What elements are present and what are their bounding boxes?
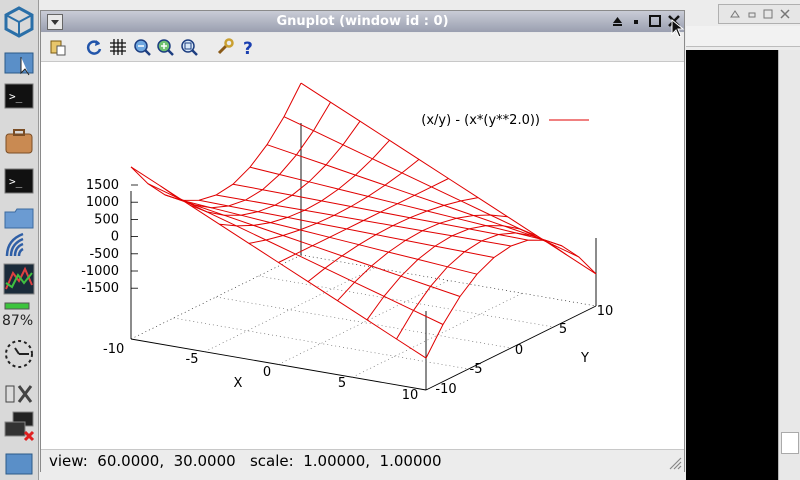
os-logo-icon[interactable]	[3, 6, 35, 38]
grid-x-1	[278, 280, 449, 365]
background-window-buttons	[730, 9, 790, 19]
chart-app-icon[interactable]	[3, 263, 35, 295]
x-tick-label: 0	[263, 365, 271, 380]
copy-clipboard-icon[interactable]	[49, 38, 67, 56]
maximize-icon[interactable]	[647, 13, 664, 29]
help-icon[interactable]: ?	[240, 38, 258, 56]
plot-canvas[interactable]: 1500 1000 500 0 -500 -1000 -1500 -10 -5 0 5 10 -10 -5…	[41, 62, 684, 449]
zoom-next-icon[interactable]	[156, 38, 174, 56]
z-tick-label: 500	[94, 212, 119, 227]
base-plane	[130, 123, 597, 391]
mesh-line-x-0	[130, 82, 302, 201]
terminal-icon[interactable]: >_	[3, 165, 35, 197]
svg-text:>_: >_	[9, 90, 23, 103]
briefcase-icon[interactable]	[3, 125, 35, 157]
window-title: Gnuplot (window id : 0)	[276, 14, 449, 29]
grid-y-1	[215, 296, 512, 349]
dock: >_ >_ 87%	[0, 0, 39, 480]
mesh-line-x-3	[219, 139, 390, 227]
grid-x-0	[204, 267, 375, 353]
x-axis-label: X	[234, 376, 243, 391]
clock-icon[interactable]	[3, 338, 35, 370]
grid-icon[interactable]	[109, 38, 127, 56]
mesh-line-x-8	[366, 225, 538, 321]
grid-y-2	[258, 275, 554, 328]
base-grid	[173, 267, 554, 378]
background-window-titlebar	[718, 4, 800, 24]
close-icon[interactable]	[780, 9, 790, 19]
z-tick-label: -1000	[81, 264, 119, 279]
grid-y-0	[173, 317, 469, 370]
mouse-cursor-icon	[671, 19, 685, 38]
minimize-icon[interactable]	[748, 12, 756, 18]
mesh-line-x-4	[248, 159, 420, 244]
mesh-line-x-7	[337, 214, 508, 302]
background-window-toolbar	[686, 26, 800, 47]
unzoom-icon[interactable]	[180, 38, 198, 56]
window-titlebar[interactable]: Gnuplot (window id : 0)	[41, 11, 684, 32]
replot-icon[interactable]	[85, 38, 103, 56]
x-tick-label: -5	[186, 352, 199, 367]
x-tick-label: -10	[103, 342, 124, 357]
z-tick-label: -500	[89, 247, 119, 262]
wireless-icon[interactable]	[3, 228, 35, 260]
shade-icon[interactable]	[609, 13, 626, 29]
y-tick-label: 5	[559, 322, 567, 337]
z-tick-label: 0	[111, 230, 119, 245]
svg-text:>_: >_	[9, 175, 23, 188]
restore-icon[interactable]	[763, 9, 773, 19]
battery-percentage: 87%	[2, 313, 34, 329]
y-tick-label: -5	[470, 362, 483, 377]
settings-icon[interactable]	[3, 378, 35, 410]
window-icon[interactable]	[3, 450, 35, 476]
minimize-icon[interactable]	[628, 13, 645, 29]
mesh-line-x-9	[396, 232, 567, 340]
mesh-line-x-1	[160, 101, 331, 209]
y-tick-label: 10	[597, 304, 614, 319]
view-scale-status: view: 60.0000, 30.0000 scale: 1.00000, 1…	[49, 452, 442, 470]
background-scrollbar[interactable]	[778, 50, 800, 480]
legend-label: (x/y) - (x*(y**2.0))	[421, 113, 540, 128]
gnuplot-window: Gnuplot (window id : 0) ? 1500 1000 500 …	[40, 10, 685, 472]
status-bar: view: 60.0000, 30.0000 scale: 1.00000, 1…	[41, 449, 684, 472]
y-tick-label: -10	[435, 382, 456, 397]
y-axis-label: Y	[580, 351, 589, 366]
terminal-icon[interactable]: >_	[3, 80, 35, 112]
surface-plot: 1500 1000 500 0 -500 -1000 -1500 -10 -5 0 5 10 -10 -5…	[81, 82, 614, 403]
z-tick-label: -1500	[81, 281, 119, 296]
x-tick-label: 10	[402, 388, 419, 403]
mesh-line-x-6	[307, 197, 479, 282]
desktop-icon[interactable]	[3, 47, 35, 79]
svg-text:?: ?	[243, 39, 253, 56]
background-scrollbar-thumb[interactable]	[781, 432, 799, 454]
resize-grip-icon[interactable]	[668, 456, 682, 470]
battery-icon	[4, 302, 30, 310]
zoom-previous-icon[interactable]	[133, 38, 151, 56]
z-tick-label: 1500	[86, 178, 119, 193]
configure-icon[interactable]	[216, 38, 234, 56]
x-tick-label: 5	[338, 376, 346, 391]
shade-icon[interactable]	[730, 10, 740, 18]
toolbar: ?	[41, 33, 684, 62]
z-tick-label: 1000	[86, 195, 119, 210]
y-tick-label: 0	[515, 343, 523, 358]
display-icon[interactable]	[3, 410, 35, 442]
